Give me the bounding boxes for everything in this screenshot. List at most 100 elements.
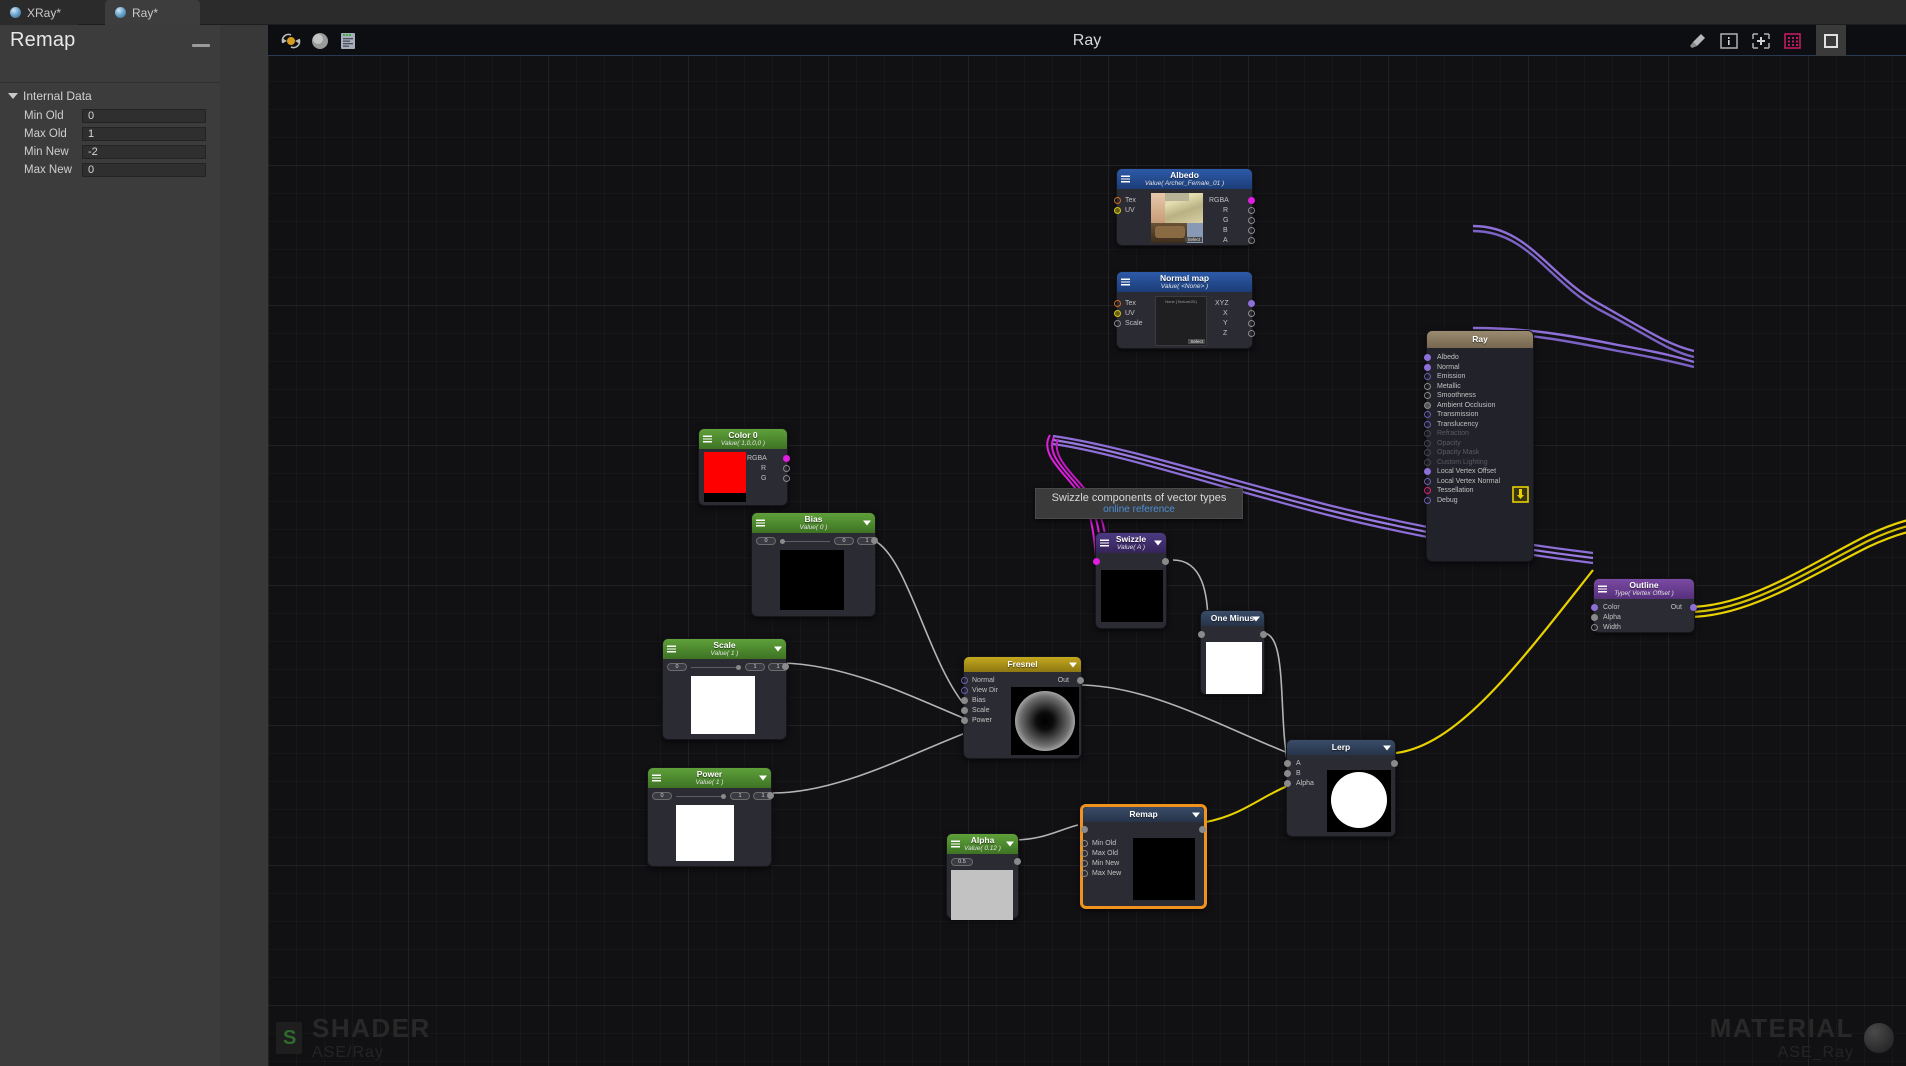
node-header[interactable]: Ray — [1427, 331, 1533, 348]
port-out[interactable] — [1690, 604, 1697, 611]
node-bias[interactable]: Bias Value( 0 ) 0 0 1 — [751, 512, 878, 617]
min-field[interactable]: 1 — [745, 663, 765, 671]
tab-ray[interactable]: Ray* — [105, 0, 200, 25]
port-scale[interactable] — [1114, 320, 1121, 327]
max-new-input[interactable]: 0 — [82, 162, 206, 177]
port-min-new[interactable] — [1081, 860, 1088, 867]
save-download-icon[interactable] — [1512, 486, 1529, 508]
grid-toggle-icon[interactable] — [1782, 31, 1804, 56]
menu-icon[interactable] — [1121, 175, 1130, 183]
node-normal-map[interactable]: Normal map Value( <None> ) Tex UV Scale … — [1114, 271, 1255, 349]
broom-clean-icon[interactable] — [1686, 31, 1708, 56]
node-alpha[interactable]: Alpha Value( 0.12 ) 0.5 — [946, 833, 1021, 920]
slider-knob[interactable] — [780, 539, 785, 544]
node-header[interactable]: One Minus — [1201, 611, 1264, 626]
min-field[interactable]: 1 — [730, 792, 750, 800]
node-swizzle[interactable]: Swizzle Value( A ) — [1093, 532, 1169, 629]
port-normal[interactable] — [961, 677, 968, 684]
port-local-vertex-offset[interactable] — [1424, 468, 1431, 475]
port-out[interactable] — [1199, 826, 1206, 833]
chevron-down-icon[interactable] — [1192, 812, 1200, 817]
node-header[interactable]: Alpha Value( 0.12 ) — [947, 834, 1018, 854]
min-old-input[interactable]: 0 — [82, 108, 206, 123]
port-out[interactable] — [782, 663, 789, 670]
port-out[interactable] — [1077, 677, 1084, 684]
node-header[interactable]: Fresnel — [964, 657, 1081, 672]
port-out[interactable] — [1260, 631, 1267, 638]
sphere-preview-icon[interactable] — [310, 31, 330, 56]
port-out[interactable] — [1162, 558, 1169, 565]
node-header[interactable]: Color 0 Value( 1,0,0,0 ) — [699, 429, 787, 449]
focus-icon[interactable] — [1816, 25, 1846, 56]
port-y[interactable] — [1248, 320, 1255, 327]
port-uv[interactable] — [1114, 310, 1121, 317]
port-emission[interactable] — [1424, 373, 1431, 380]
port-xyz[interactable] — [1248, 300, 1255, 307]
node-color-0[interactable]: Color 0 Value( 1,0,0,0 ) RGBA R G — [698, 428, 790, 506]
port-rgba[interactable] — [1248, 197, 1255, 204]
port-max-old[interactable] — [1081, 850, 1088, 857]
port-min-old[interactable] — [1081, 840, 1088, 847]
port-a[interactable] — [1284, 760, 1291, 767]
node-one-minus[interactable]: One Minus — [1198, 610, 1267, 695]
port-tex[interactable] — [1114, 300, 1121, 307]
value-field[interactable]: 0 — [667, 663, 687, 671]
menu-icon[interactable] — [667, 645, 676, 653]
menu-icon[interactable] — [756, 519, 765, 527]
node-header[interactable]: Bias Value( 0 ) — [752, 513, 875, 533]
port-translucency[interactable] — [1424, 420, 1431, 428]
port-rgba[interactable] — [783, 455, 790, 462]
port-color[interactable] — [1591, 604, 1598, 611]
port-out[interactable] — [1014, 858, 1021, 865]
node-header[interactable]: Scale Value( 1 ) — [663, 639, 786, 659]
chevron-down-icon[interactable] — [774, 646, 782, 652]
port-x[interactable] — [1248, 310, 1255, 317]
node-outline[interactable]: Outline Type( Vertex Offset ) Color Alph… — [1591, 578, 1697, 633]
node-graph-canvas[interactable]: S SHADER ASE/Ray MATERIAL ASE_Ray Ray Al… — [268, 25, 1906, 1066]
port-out[interactable] — [767, 792, 774, 799]
color-swatch[interactable] — [704, 452, 746, 502]
foldout-internal-data[interactable]: Internal Data — [8, 89, 92, 103]
menu-icon[interactable] — [652, 774, 661, 782]
min-new-input[interactable]: -2 — [82, 144, 206, 159]
slider-knob[interactable] — [721, 794, 726, 799]
port-debug[interactable] — [1424, 496, 1431, 504]
info-icon[interactable] — [1718, 31, 1740, 56]
select-texture-button[interactable]: Select — [1185, 237, 1202, 242]
max-old-input[interactable]: 1 — [82, 126, 206, 141]
chevron-down-icon[interactable] — [1383, 745, 1391, 750]
slider-knob[interactable] — [736, 665, 741, 670]
node-fresnel[interactable]: Fresnel Normal View Dir Bias Scale Power… — [961, 656, 1084, 759]
port-in[interactable] — [1081, 826, 1088, 833]
port-out[interactable] — [871, 537, 878, 544]
chevron-down-icon[interactable] — [1154, 540, 1162, 546]
port-uv[interactable] — [1114, 207, 1121, 214]
port-view-dir[interactable] — [961, 687, 968, 694]
chevron-down-icon[interactable] — [1006, 841, 1014, 847]
port-ambient-occlusion[interactable] — [1424, 401, 1431, 409]
port-bias[interactable] — [961, 697, 968, 704]
node-header[interactable]: Albedo Value( Archer_Female_01 ) — [1117, 169, 1252, 189]
port-in[interactable] — [1093, 558, 1100, 565]
minimize-icon[interactable] — [192, 44, 210, 47]
node-header[interactable]: Outline Type( Vertex Offset ) — [1594, 579, 1694, 599]
menu-icon[interactable] — [1121, 278, 1130, 286]
port-r[interactable] — [1248, 207, 1255, 214]
value-field[interactable]: 0 — [652, 792, 672, 800]
node-header[interactable]: Swizzle Value( A ) — [1096, 533, 1166, 553]
port-max-new[interactable] — [1081, 870, 1088, 877]
menu-icon[interactable] — [703, 435, 712, 443]
port-b[interactable] — [1284, 770, 1291, 777]
port-normal[interactable] — [1424, 363, 1431, 371]
node-header[interactable]: Normal map Value( <None> ) — [1117, 272, 1252, 292]
port-alpha[interactable] — [1284, 780, 1291, 787]
node-header[interactable]: Remap — [1083, 807, 1204, 822]
node-albedo[interactable]: Albedo Value( Archer_Female_01 ) Tex UV … — [1114, 168, 1255, 246]
port-b[interactable] — [1248, 227, 1255, 234]
add-node-icon[interactable] — [1750, 31, 1772, 56]
node-header[interactable]: Lerp — [1287, 740, 1395, 755]
port-width[interactable] — [1591, 624, 1598, 631]
min-field[interactable]: 0 — [834, 537, 854, 545]
port-local-vertex-normal[interactable] — [1424, 477, 1431, 485]
value-slider[interactable] — [676, 796, 726, 797]
